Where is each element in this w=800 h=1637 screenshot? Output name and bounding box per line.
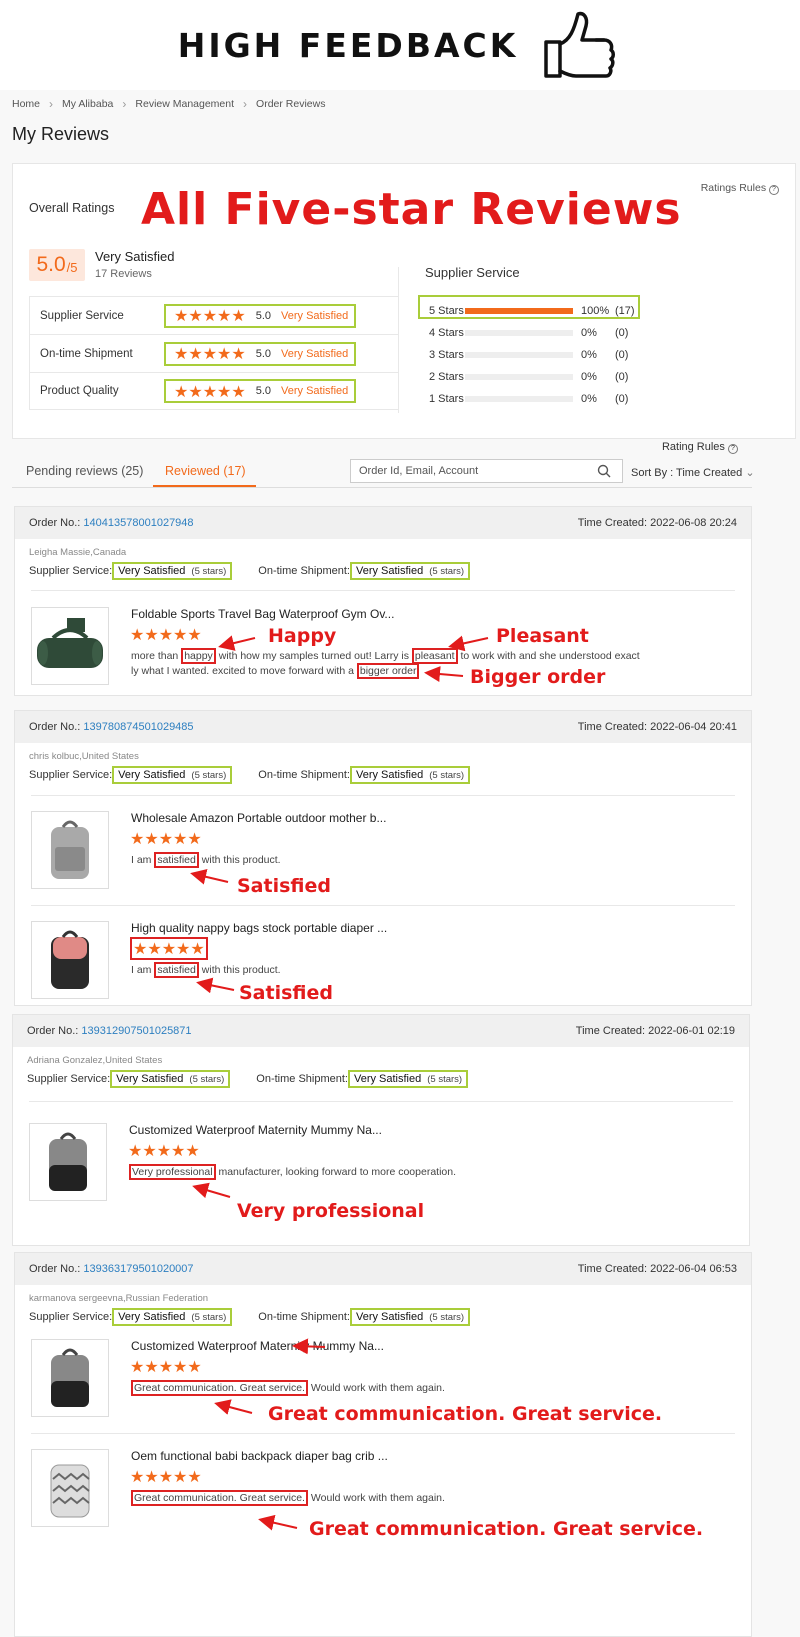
arrow-to-satisfied xyxy=(196,977,235,994)
arrow-to-pleasant xyxy=(448,635,489,652)
arrow-stray xyxy=(292,1338,326,1355)
arrow-to-great-communication xyxy=(214,1399,253,1415)
arrow-to-very-professional xyxy=(192,1182,231,1199)
thumbs-up-icon xyxy=(544,11,616,78)
review-page: Home › My Alibaba › Review Management › … xyxy=(0,90,800,1637)
banner-title: HIGH FEEDBACK xyxy=(177,25,519,65)
feedback-banner: HIGH FEEDBACK xyxy=(0,0,800,90)
annotation-arrows xyxy=(190,635,489,1531)
arrow-to-satisfied xyxy=(190,868,229,885)
arrow-to-great-communication xyxy=(258,1514,298,1531)
arrow-to-happy xyxy=(218,635,256,651)
arrow-to-bigger-order xyxy=(424,666,464,682)
